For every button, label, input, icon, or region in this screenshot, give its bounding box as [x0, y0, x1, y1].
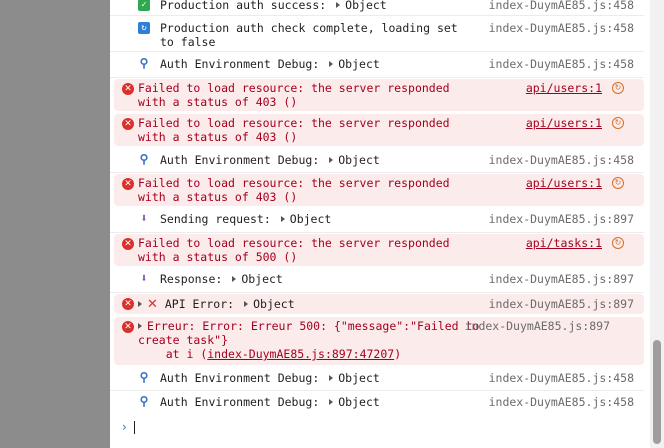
- message-text: Auth Environment Debug:: [160, 395, 320, 409]
- error-icon: ✕: [122, 118, 134, 130]
- error-text: Failed to load resource: the server resp…: [138, 236, 457, 264]
- refresh-icon: ↻: [138, 22, 150, 34]
- console-message: ✓ Production auth success: Object index-D…: [110, 0, 644, 16]
- object-preview[interactable]: Object: [253, 297, 295, 311]
- console-input[interactable]: [134, 421, 135, 434]
- source-link[interactable]: index-DuymAE85.js:458: [489, 153, 634, 167]
- error-icon: ✕: [122, 321, 134, 333]
- expand-triangle-icon[interactable]: [232, 276, 237, 282]
- error-text: Erreur: Error: Erreur 500: {"message":"F…: [138, 319, 487, 347]
- network-icon[interactable]: ↻: [612, 237, 624, 249]
- object-preview[interactable]: Object: [290, 212, 332, 226]
- expand-triangle-icon[interactable]: [329, 375, 334, 381]
- message-text: Production auth success:: [160, 0, 327, 12]
- source-link[interactable]: index-DuymAE85.js:897: [489, 212, 634, 226]
- object-preview[interactable]: Object: [338, 153, 380, 167]
- source-link[interactable]: api/users:1: [526, 176, 602, 190]
- scrollbar-thumb[interactable]: [653, 340, 661, 444]
- expand-triangle-icon[interactable]: [329, 157, 334, 163]
- error-text: API Error:: [164, 297, 235, 311]
- prompt-chevron-icon: ›: [122, 420, 127, 434]
- error-icon: ✕: [122, 238, 134, 250]
- error-text: Failed to load resource: the server resp…: [138, 81, 457, 109]
- console-messages[interactable]: ✓ Production auth success: Object index-D…: [110, 0, 650, 448]
- console-error: ✕ Failed to load resource: the server re…: [114, 174, 644, 206]
- console-message: ⚲ Auth Environment Debug: Object index-Du…: [110, 391, 644, 415]
- message-text: Auth Environment Debug:: [160, 57, 320, 71]
- console-message: ⬇ Sending request: Object index-DuymAE85.…: [110, 208, 644, 233]
- source-link[interactable]: index-DuymAE85.js:458: [489, 0, 634, 12]
- source-link[interactable]: index-DuymAE85.js:458: [489, 371, 634, 385]
- console-error: ✕ Failed to load resource: the server re…: [114, 234, 644, 266]
- expand-triangle-icon[interactable]: [244, 301, 249, 307]
- source-link[interactable]: index-DuymAE85.js:897: [465, 319, 610, 333]
- network-icon[interactable]: ↻: [612, 82, 624, 94]
- object-preview[interactable]: Object: [345, 0, 387, 12]
- magnifier-icon: ⚲: [139, 152, 149, 166]
- error-icon: ✕: [122, 83, 134, 95]
- source-link[interactable]: api/tasks:1: [526, 236, 602, 250]
- console-error: ✕ Failed to load resource: the server re…: [114, 79, 644, 111]
- message-text: Sending request:: [160, 212, 271, 226]
- inbox-tray-icon: ⬇: [140, 271, 148, 285]
- source-link[interactable]: api/users:1: [526, 81, 602, 95]
- magnifier-icon: ⚲: [139, 56, 149, 70]
- message-text: Production auth check complete, loading …: [160, 21, 465, 49]
- console-message: ⚲ Auth Environment Debug: Object index-Du…: [110, 149, 644, 173]
- stack-trace-suffix: ): [394, 347, 402, 361]
- magnifier-icon: ⚲: [139, 394, 149, 408]
- console-error: ✕ Erreur: Error: Erreur 500: {"message":…: [114, 317, 644, 365]
- expand-triangle-icon[interactable]: [138, 323, 142, 329]
- expand-triangle-icon[interactable]: [329, 61, 334, 67]
- console-message: ⚲ Auth Environment Debug: Object index-Du…: [110, 52, 644, 78]
- scrollbar[interactable]: [650, 0, 664, 448]
- source-link[interactable]: index-DuymAE85.js:458: [489, 57, 634, 71]
- message-text: Auth Environment Debug:: [160, 371, 320, 385]
- cross-mark-icon: ✕: [147, 297, 158, 312]
- source-link[interactable]: index-DuymAE85.js:458: [489, 21, 634, 35]
- source-link[interactable]: index-DuymAE85.js:458: [489, 395, 634, 409]
- console-message: ⚲ Auth Environment Debug: Object index-Du…: [110, 367, 644, 391]
- object-preview[interactable]: Object: [338, 57, 380, 71]
- message-text: Auth Environment Debug:: [160, 153, 320, 167]
- console-message: ⬇ Response: Object index-DuymAE85.js:897: [110, 268, 644, 293]
- magnifier-icon: ⚲: [139, 370, 149, 384]
- source-link[interactable]: index-DuymAE85.js:897: [489, 272, 634, 286]
- inbox-tray-icon: ⬇: [140, 211, 148, 225]
- object-preview[interactable]: Object: [338, 371, 380, 385]
- console-error: ✕ ✕ API Error: Object index-DuymAE85.js:8…: [114, 294, 644, 314]
- object-preview[interactable]: Object: [338, 395, 380, 409]
- check-icon: ✓: [138, 0, 150, 11]
- expand-triangle-icon[interactable]: [138, 301, 142, 307]
- expand-triangle-icon[interactable]: [329, 399, 334, 405]
- stack-trace-prefix: at i (: [138, 347, 208, 361]
- network-icon[interactable]: ↻: [612, 117, 624, 129]
- object-preview[interactable]: Object: [241, 272, 283, 286]
- source-link[interactable]: api/users:1: [526, 116, 602, 130]
- message-text: Response:: [160, 272, 223, 286]
- error-icon: ✕: [122, 178, 134, 190]
- stack-trace-link[interactable]: index-DuymAE85.js:897:47207: [207, 347, 394, 361]
- source-link[interactable]: index-DuymAE85.js:897: [489, 297, 634, 311]
- error-text: Failed to load resource: the server resp…: [138, 176, 457, 204]
- console-message: ↻ Production auth check complete, loadin…: [110, 16, 644, 52]
- error-text: Failed to load resource: the server resp…: [138, 116, 457, 144]
- network-icon[interactable]: ↻: [612, 177, 624, 189]
- console-error: ✕ Failed to load resource: the server re…: [114, 114, 644, 146]
- error-icon: ✕: [122, 298, 134, 310]
- page-background: [0, 0, 110, 448]
- expand-triangle-icon[interactable]: [336, 2, 341, 8]
- expand-triangle-icon[interactable]: [280, 216, 285, 222]
